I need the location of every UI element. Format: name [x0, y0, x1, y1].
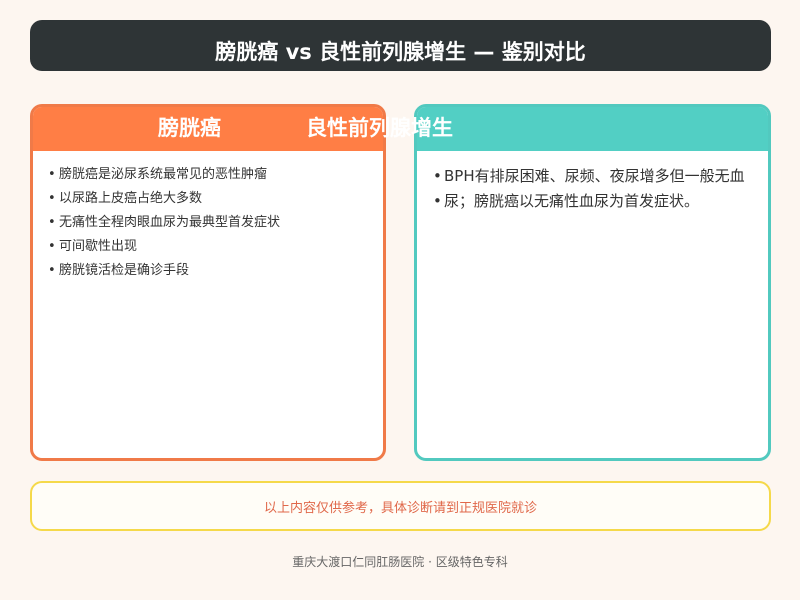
page: 膀胱癌 vs 良性前列腺增生 — 鉴别对比 膀胱癌 良性前列腺增生 • 膀胱癌是泌…: [0, 0, 800, 600]
disclaimer-text: 以上内容仅供参考，具体诊断请到正规医院就诊: [263, 500, 537, 516]
list-item: • 无痛性全程肉眼血尿为最典型首发症状: [48, 212, 280, 236]
page-title: 膀胱癌 vs 良性前列腺增生 — 鉴别对比: [30, 20, 771, 71]
footer: 重庆大渡口仁同肛肠医院 · 区级特色专科: [292, 555, 508, 569]
bph-list: • BPH有排尿困难、尿频、夜尿增多但一般无血 • 尿；膀胱癌以无痛性血尿为首发症状…: [433, 164, 769, 214]
bladder-cancer-heading: 膀胱癌: [158, 116, 221, 140]
bullet-icon: •: [48, 239, 56, 254]
bullet-icon: •: [48, 215, 56, 230]
bladder-cancer-list: • 膀胱癌是泌尿系统最常见的恶性肿瘤 • 以尿路上皮癌占绝大多数 • 无痛性全程肉眼血…: [48, 164, 280, 284]
bullet-icon: •: [433, 192, 442, 210]
list-item: • 膀胱镜活检是确诊手段: [48, 260, 280, 284]
bullet-icon: •: [48, 191, 56, 206]
bullet-icon: •: [48, 263, 56, 278]
list-item: • 尿；膀胱癌以无痛性血尿为首发症状。: [433, 189, 769, 214]
list-item: • 膀胱癌是泌尿系统最常见的恶性肿瘤: [48, 164, 280, 188]
list-item: • BPH有排尿困难、尿频、夜尿增多但一般无血: [433, 164, 769, 189]
bullet-icon: •: [433, 167, 442, 185]
bph-heading: 良性前列腺增生: [306, 116, 453, 140]
disclaimer-notice: 以上内容仅供参考，具体诊断请到正规医院就诊: [30, 481, 771, 531]
bph-card-header: [417, 107, 768, 151]
bullet-icon: •: [48, 167, 56, 182]
list-item: • 可间歇性出现: [48, 236, 280, 260]
list-item: • 以尿路上皮癌占绝大多数: [48, 188, 280, 212]
bph-card: [414, 104, 771, 461]
